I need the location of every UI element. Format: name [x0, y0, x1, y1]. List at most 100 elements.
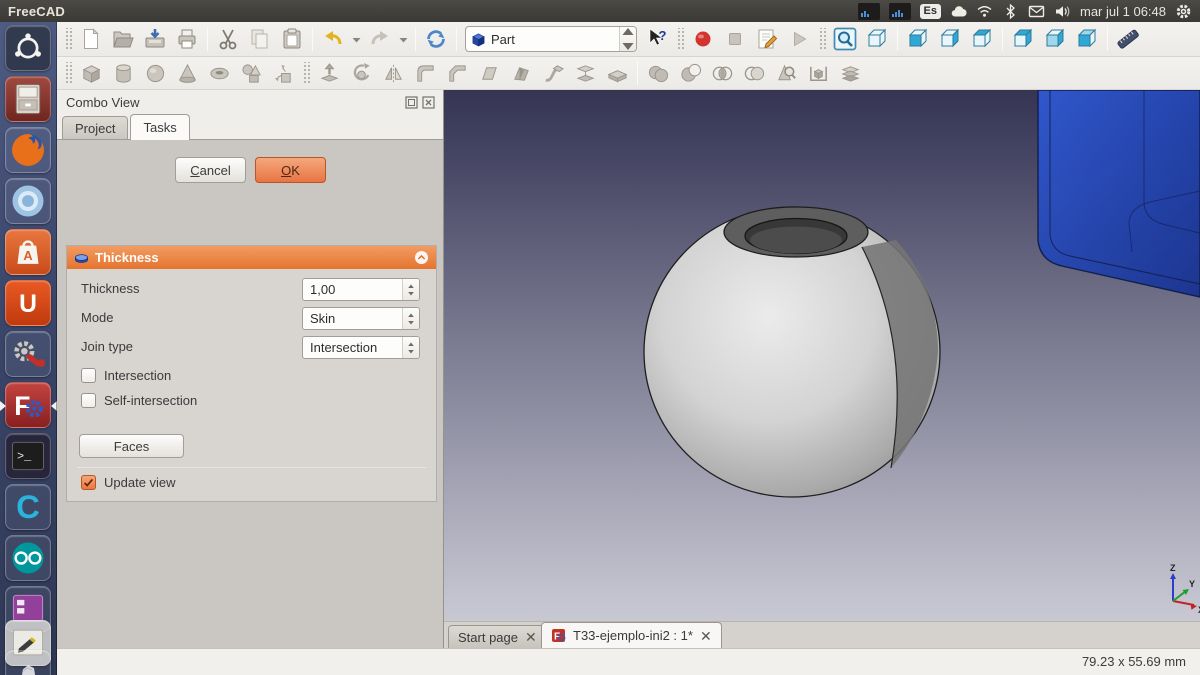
copy-button[interactable] — [245, 25, 275, 54]
view-left-button[interactable] — [1040, 25, 1070, 54]
part-ruled-surface-button[interactable] — [474, 59, 504, 88]
part-fillet-button[interactable] — [410, 59, 440, 88]
part-thickness-button[interactable] — [602, 59, 632, 88]
cloud-sync-icon[interactable] — [950, 3, 967, 20]
launcher-files-icon[interactable] — [5, 76, 51, 122]
part-box-button[interactable] — [76, 59, 106, 88]
toolbar-grip[interactable] — [676, 28, 684, 50]
part-offset-button[interactable] — [506, 59, 536, 88]
3d-viewport[interactable]: Z Y X — [444, 90, 1200, 621]
part-mirror-button[interactable] — [378, 59, 408, 88]
workbench-selector[interactable]: Part — [465, 26, 637, 52]
launcher-dash[interactable] — [0, 25, 57, 73]
part-cylinder-button[interactable] — [108, 59, 138, 88]
macro-edit-button[interactable] — [752, 25, 782, 54]
view-rear-button[interactable] — [1008, 25, 1038, 54]
checkbox-checked-icon[interactable] — [81, 475, 96, 490]
launcher-trash[interactable] — [0, 650, 57, 675]
launcher-arduino[interactable] — [0, 535, 57, 583]
ok-button[interactable]: OK — [255, 157, 326, 183]
bluetooth-icon[interactable] — [1002, 3, 1019, 20]
view-bottom-button[interactable] — [1072, 25, 1102, 54]
wifi-icon[interactable] — [976, 3, 993, 20]
launcher-ubuntu-one[interactable]: U — [0, 280, 57, 328]
spin-buttons-icon[interactable] — [402, 337, 419, 358]
float-panel-icon[interactable] — [405, 96, 418, 109]
part-sphere-button[interactable] — [140, 59, 170, 88]
thickness-task-header[interactable]: Thickness — [67, 246, 436, 269]
zoom-fit-button[interactable] — [830, 25, 860, 54]
launcher-chromium-icon[interactable] — [5, 178, 51, 224]
part-section-button[interactable] — [739, 59, 769, 88]
cancel-button[interactable]: Cancel — [175, 157, 246, 183]
collapse-task-icon[interactable] — [414, 250, 429, 265]
part-torus-button[interactable] — [204, 59, 234, 88]
part-extrude-button[interactable] — [314, 59, 344, 88]
part-cut-button[interactable] — [675, 59, 705, 88]
checkbox-icon[interactable] — [81, 393, 96, 408]
view-axonometric-button[interactable] — [862, 25, 892, 54]
checkbox-icon[interactable] — [81, 368, 96, 383]
tab-document[interactable]: F T33-ejemplo-ini2 : 1* ✕ — [541, 622, 722, 648]
part-loft-button[interactable] — [570, 59, 600, 88]
thickness-input[interactable]: 1,00 — [302, 278, 420, 301]
whats-this-button[interactable]: ? — [642, 25, 672, 54]
intersection-checkbox[interactable]: Intersection — [81, 367, 171, 383]
self-intersection-checkbox[interactable]: Self-intersection — [81, 392, 197, 408]
part-primitives-button[interactable] — [236, 59, 266, 88]
update-view-checkbox[interactable]: Update view — [81, 474, 176, 490]
toolbar-grip[interactable] — [64, 62, 72, 84]
measure-button[interactable] — [1113, 25, 1143, 54]
toolbar-grip[interactable] — [302, 62, 310, 84]
tab-project[interactable]: Project — [62, 116, 128, 140]
launcher-freecad-icon[interactable]: F — [5, 382, 51, 428]
macro-stop-button[interactable] — [720, 25, 750, 54]
paste-button[interactable] — [277, 25, 307, 54]
open-document-button[interactable] — [108, 25, 138, 54]
toolbar-grip[interactable] — [818, 28, 826, 50]
launcher-chromium[interactable] — [0, 178, 57, 226]
toolbar-grip[interactable] — [64, 28, 72, 50]
part-boolean-button[interactable] — [643, 59, 673, 88]
launcher-dash-icon[interactable] — [5, 25, 51, 71]
launcher-firefox-icon[interactable] — [5, 127, 51, 173]
launcher-trash-icon[interactable] — [5, 650, 51, 675]
view-top-button[interactable] — [967, 25, 997, 54]
undo-dropdown[interactable] — [350, 25, 363, 54]
mail-icon[interactable] — [1028, 3, 1045, 20]
close-panel-icon[interactable] — [422, 96, 435, 109]
system-monitor-icon[interactable] — [889, 3, 911, 20]
refresh-button[interactable] — [421, 25, 451, 54]
redo-dropdown[interactable] — [397, 25, 410, 54]
new-document-button[interactable] — [76, 25, 106, 54]
part-revolve-button[interactable] — [346, 59, 376, 88]
part-chamfer-button[interactable] — [442, 59, 472, 88]
launcher-dev-c[interactable]: C — [0, 484, 57, 532]
launcher-system-settings-icon[interactable] — [5, 331, 51, 377]
part-join-button[interactable] — [835, 59, 865, 88]
tab-start-page[interactable]: Start page ✕ — [448, 625, 547, 648]
part-union-button[interactable] — [707, 59, 737, 88]
part-sweep-button[interactable] — [538, 59, 568, 88]
system-monitor-icon[interactable] — [858, 3, 880, 20]
undo-button[interactable] — [318, 25, 348, 54]
macro-record-button[interactable] — [688, 25, 718, 54]
keyboard-layout-indicator[interactable]: Es — [920, 4, 941, 19]
faces-button[interactable]: Faces — [79, 434, 184, 458]
macro-play-button[interactable] — [784, 25, 814, 54]
launcher-terminal-icon[interactable]: >_ — [5, 433, 51, 479]
tab-tasks[interactable]: Tasks — [130, 114, 189, 140]
launcher-ubuntu-one-icon[interactable]: U — [5, 280, 51, 326]
session-gear-icon[interactable] — [1175, 3, 1192, 20]
launcher-terminal[interactable]: >_ — [0, 433, 57, 481]
close-tab-icon[interactable]: ✕ — [700, 629, 712, 643]
mode-select[interactable]: Skin — [302, 307, 420, 330]
sound-icon[interactable] — [1054, 3, 1071, 20]
launcher-system-settings[interactable] — [0, 331, 57, 379]
part-check-geometry-button[interactable] — [771, 59, 801, 88]
redo-button[interactable] — [365, 25, 395, 54]
launcher-arduino-icon[interactable] — [5, 535, 51, 581]
launcher-software-center-icon[interactable]: A — [5, 229, 51, 275]
spin-buttons-icon[interactable] — [402, 308, 419, 329]
join-type-select[interactable]: Intersection — [302, 336, 420, 359]
